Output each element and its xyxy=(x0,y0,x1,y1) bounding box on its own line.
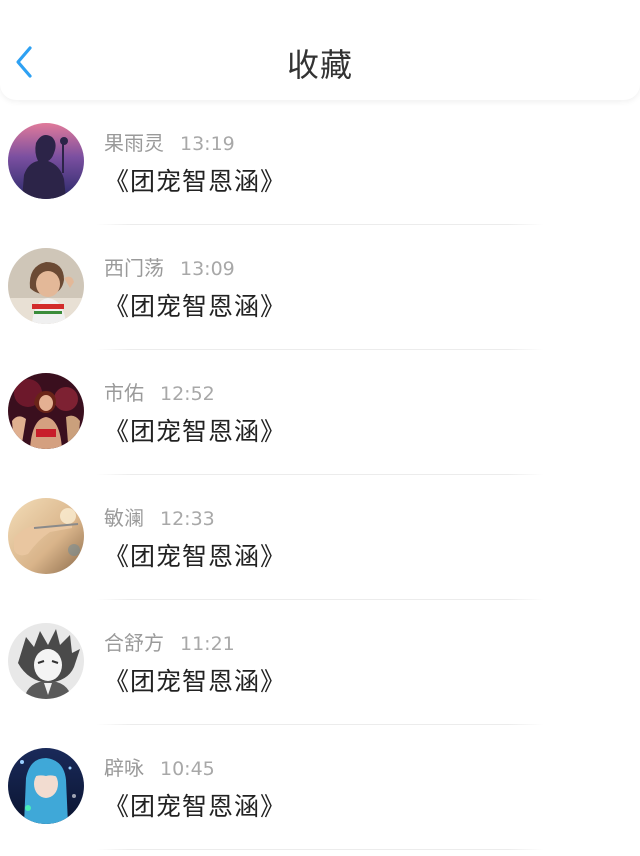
item-title[interactable]: 《团宠智恩涵》 xyxy=(104,662,286,698)
avatar[interactable] xyxy=(8,623,84,699)
avatar[interactable] xyxy=(8,373,84,449)
avatar[interactable] xyxy=(8,748,84,824)
item-title[interactable]: 《团宠智恩涵》 xyxy=(104,287,286,323)
list-item[interactable]: 辟咏 10:45 《团宠智恩涵》 xyxy=(0,725,640,850)
item-title[interactable]: 《团宠智恩涵》 xyxy=(104,787,286,823)
list-item[interactable]: 西门荡 13:09 《团宠智恩涵》 xyxy=(0,225,640,350)
list-item[interactable]: 敏澜 12:33 《团宠智恩涵》 xyxy=(0,475,640,600)
item-title[interactable]: 《团宠智恩涵》 xyxy=(104,412,286,448)
dancers-photo-avatar xyxy=(8,373,84,449)
avatar[interactable] xyxy=(8,248,84,324)
user-name: 果雨灵 xyxy=(104,131,164,155)
avatar[interactable] xyxy=(8,123,84,199)
list-item[interactable]: 市佑 12:52 《团宠智恩涵》 xyxy=(0,350,640,475)
item-meta: 果雨灵 13:19 xyxy=(104,127,235,156)
silhouette-avatar xyxy=(8,123,84,199)
user-name: 敏澜 xyxy=(104,506,144,530)
timestamp: 11:21 xyxy=(180,633,235,655)
timestamp: 10:45 xyxy=(160,758,215,780)
timestamp: 12:33 xyxy=(160,508,215,530)
hand-photo-avatar xyxy=(8,498,84,574)
item-title[interactable]: 《团宠智恩涵》 xyxy=(104,537,286,573)
timestamp: 13:19 xyxy=(180,133,235,155)
favorites-page: 收藏 果雨灵 13:19 《团宠智恩涵》 西门荡 13:09 《团宠智恩涵》 市… xyxy=(0,0,640,856)
timestamp: 12:52 xyxy=(160,383,215,405)
top-nav-bar: 收藏 xyxy=(0,0,640,100)
user-name: 合舒方 xyxy=(104,631,164,655)
divider xyxy=(96,849,544,850)
item-meta: 敏澜 12:33 xyxy=(104,502,215,531)
user-name: 市佑 xyxy=(104,381,144,405)
user-name: 辟咏 xyxy=(104,756,144,780)
boy-photo-avatar xyxy=(8,248,84,324)
list-item[interactable]: 果雨灵 13:19 《团宠智恩涵》 xyxy=(0,100,640,225)
list-item[interactable]: 合舒方 11:21 《团宠智恩涵》 xyxy=(0,600,640,725)
avatar[interactable] xyxy=(8,498,84,574)
anime-blue-avatar xyxy=(8,748,84,824)
anime-sketch-avatar xyxy=(8,623,84,699)
favorites-list: 果雨灵 13:19 《团宠智恩涵》 西门荡 13:09 《团宠智恩涵》 市佑 1… xyxy=(0,100,640,850)
item-meta: 市佑 12:52 xyxy=(104,377,215,406)
page-title: 收藏 xyxy=(286,46,353,84)
item-meta: 合舒方 11:21 xyxy=(104,627,235,656)
timestamp: 13:09 xyxy=(180,258,235,280)
item-meta: 辟咏 10:45 xyxy=(104,752,215,781)
item-title[interactable]: 《团宠智恩涵》 xyxy=(104,162,286,198)
item-meta: 西门荡 13:09 xyxy=(104,252,235,281)
user-name: 西门荡 xyxy=(104,256,164,280)
